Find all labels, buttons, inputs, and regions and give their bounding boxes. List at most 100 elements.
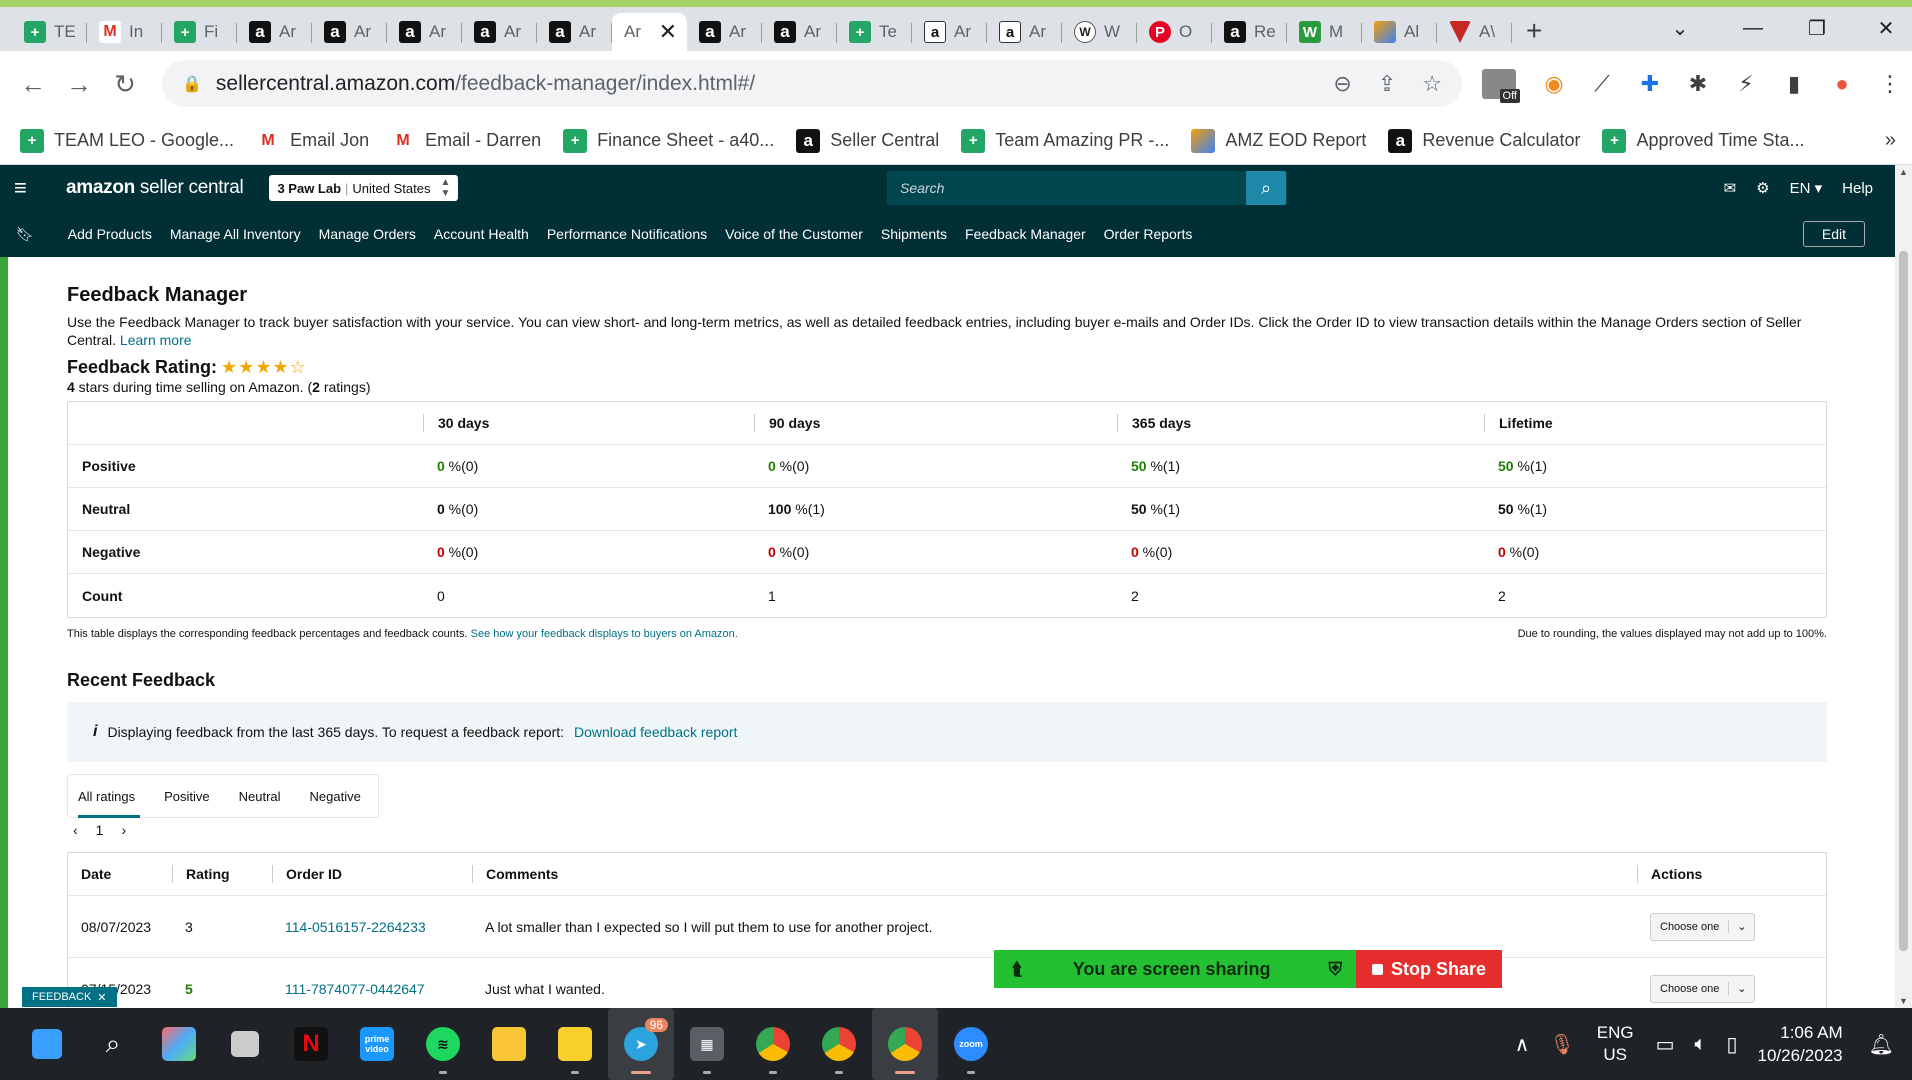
filter-tab[interactable]: Negative [310, 774, 361, 818]
share-icon[interactable]: ⇪ [1378, 71, 1396, 97]
url-input[interactable]: 🔒 sellercentral.amazon.com/feedback-mana… [162, 60, 1462, 107]
browser-tab[interactable]: a Re [1212, 13, 1287, 51]
nav-link[interactable]: Feedback Manager [965, 226, 1086, 242]
search-taskbar-icon[interactable]: ⌕ [80, 1008, 146, 1080]
browser-tab[interactable]: a Ar [387, 13, 462, 51]
profile-avatar[interactable]: ● [1818, 71, 1866, 97]
close-tab-icon[interactable]: ✕ [659, 19, 677, 45]
hamburger-menu-icon[interactable]: ≡ [14, 175, 40, 201]
browser-tab[interactable]: + Fi [162, 13, 237, 51]
ext-off-icon[interactable]: Off [1482, 69, 1530, 103]
browser-tab[interactable]: + TE [12, 13, 87, 51]
browser-tab[interactable]: Al [1362, 13, 1437, 51]
bookmark-nav-icon[interactable]: 🔖︎ [16, 226, 34, 243]
telegram-icon[interactable]: ➤ 96 [608, 1008, 674, 1080]
copilot-icon[interactable] [146, 1008, 212, 1080]
tray-expand-icon[interactable]: ∧ [1515, 1032, 1530, 1057]
reload-icon[interactable]: ↻ [102, 69, 148, 100]
choose-action-dropdown[interactable]: Choose one ⌄ [1650, 912, 1756, 941]
ext-orange-icon[interactable]: ◉ [1530, 71, 1578, 97]
netflix-icon[interactable]: N [278, 1008, 344, 1080]
bookmark-item[interactable]: M Email Jon [256, 128, 369, 153]
order-id-link[interactable]: 114-0516157-2264233 [272, 919, 472, 935]
sticky-notes-icon[interactable] [542, 1008, 608, 1080]
side-panel-icon[interactable]: ▮ [1770, 71, 1818, 97]
browser-tab[interactable]: PO [1137, 13, 1212, 51]
new-tab-button[interactable]: + [1526, 11, 1542, 51]
search-bar[interactable]: Search ⌕ [887, 171, 1287, 205]
browser-tab[interactable]: a Ar [462, 13, 537, 51]
chrome-menu-icon[interactable]: ⋮ [1866, 71, 1912, 97]
bookmark-item[interactable]: AMZ EOD Report [1191, 128, 1366, 153]
bookmark-item[interactable]: + Approved Time Sta... [1602, 128, 1805, 153]
filter-tab[interactable]: All ratings [78, 774, 141, 818]
task-view-icon[interactable] [212, 1008, 278, 1080]
nav-link[interactable]: Manage All Inventory [170, 226, 301, 242]
close-icon[interactable]: ✕ [97, 991, 106, 1004]
browser-tab[interactable]: + Te [837, 13, 912, 51]
bookmark-item[interactable]: + Team Amazing PR -... [961, 128, 1169, 153]
stop-share-button[interactable]: Stop Share [1356, 950, 1502, 988]
bookmark-item[interactable]: a Revenue Calculator [1388, 128, 1580, 153]
edit-nav-button[interactable]: Edit [1802, 221, 1865, 247]
tab-active[interactable]: Ar ✕ [612, 13, 687, 51]
battery-icon[interactable]: ▯ [1727, 1032, 1738, 1057]
scroll-down-icon[interactable]: ▼ [1899, 996, 1908, 1006]
nav-link[interactable]: Account Health [434, 226, 529, 242]
filter-tab[interactable]: Neutral [239, 774, 281, 818]
nav-link[interactable]: Add Products [68, 226, 152, 242]
zoom-app-icon[interactable]: zoom [938, 1008, 1004, 1080]
chrome-icon-3[interactable] [872, 1008, 938, 1080]
ext-lightning-icon[interactable]: ⚡ [1722, 71, 1770, 97]
notification-bell-icon[interactable]: 🔔︎ [1869, 1032, 1894, 1057]
browser-tab[interactable]: a Ar [762, 13, 837, 51]
ext-pen-icon[interactable]: ⟋ [1578, 71, 1626, 97]
file-explorer-icon[interactable] [476, 1008, 542, 1080]
close-window-icon[interactable]: ✕ [1866, 13, 1906, 43]
learn-more-link[interactable]: Learn more [120, 332, 192, 348]
browser-tab[interactable]: a Ar [687, 13, 762, 51]
browser-tab[interactable]: A\ [1437, 13, 1512, 51]
bookmark-item[interactable]: a Seller Central [796, 128, 939, 153]
search-icon[interactable]: ⌕ [1246, 171, 1286, 205]
seller-central-logo[interactable]: amazon seller central [66, 177, 244, 199]
buyer-display-link[interactable]: See how your feedback displays to buyers… [471, 628, 738, 640]
page-number[interactable]: 1 [96, 822, 104, 838]
browser-tab[interactable]: WM [1287, 13, 1362, 51]
volume-icon[interactable]: 🔈︎ [1695, 1033, 1707, 1056]
next-page-icon[interactable]: › [121, 822, 126, 838]
order-id-link[interactable]: 111-7874077-0442647 [272, 981, 472, 997]
chrome-icon-2[interactable] [806, 1008, 872, 1080]
bookmark-item[interactable]: M Email - Darren [391, 128, 541, 153]
back-icon[interactable]: ← [10, 69, 56, 100]
browser-tab[interactable]: a Ar [312, 13, 387, 51]
ext-blue-icon[interactable]: ✚ [1626, 71, 1674, 97]
nav-link[interactable]: Shipments [881, 226, 947, 242]
browser-tab[interactable]: a Ar [237, 13, 312, 51]
browser-tab[interactable]: WW [1062, 13, 1137, 51]
bookmark-star-icon[interactable]: ☆ [1422, 71, 1442, 97]
store-selector[interactable]: 3 Paw Lab | United States ▲ ▼ [269, 175, 459, 201]
forward-icon[interactable]: → [56, 69, 102, 100]
restore-icon[interactable]: ❐ [1797, 13, 1837, 43]
calculator-icon[interactable]: ▦ [674, 1008, 740, 1080]
download-report-link[interactable]: Download feedback report [574, 724, 737, 740]
language-selector[interactable]: EN ▾ [1790, 179, 1823, 197]
bookmarks-more-icon[interactable]: » [1885, 129, 1896, 152]
nav-link[interactable]: Performance Notifications [547, 226, 707, 242]
microphone-icon[interactable]: 🎙︎ [1549, 1032, 1574, 1057]
start-icon[interactable] [14, 1008, 80, 1080]
zoom-icon[interactable]: ⊖ [1333, 71, 1351, 97]
minimize-icon[interactable]: — [1733, 13, 1773, 43]
language-indicator[interactable]: ENG US [1597, 1022, 1634, 1066]
browser-tab[interactable]: a Ar [537, 13, 612, 51]
nav-link[interactable]: Manage Orders [319, 226, 416, 242]
scroll-up-icon[interactable]: ▲ [1899, 167, 1908, 177]
help-link[interactable]: Help [1842, 180, 1873, 197]
network-icon[interactable]: ▭ [1656, 1032, 1675, 1057]
chrome-icon-1[interactable] [740, 1008, 806, 1080]
prime-video-icon[interactable]: prime video [344, 1008, 410, 1080]
feedback-widget-tab[interactable]: FEEDBACK ✕ [22, 987, 117, 1007]
browser-tab[interactable]: a Ar [912, 13, 987, 51]
nav-link[interactable]: Order Reports [1104, 226, 1193, 242]
